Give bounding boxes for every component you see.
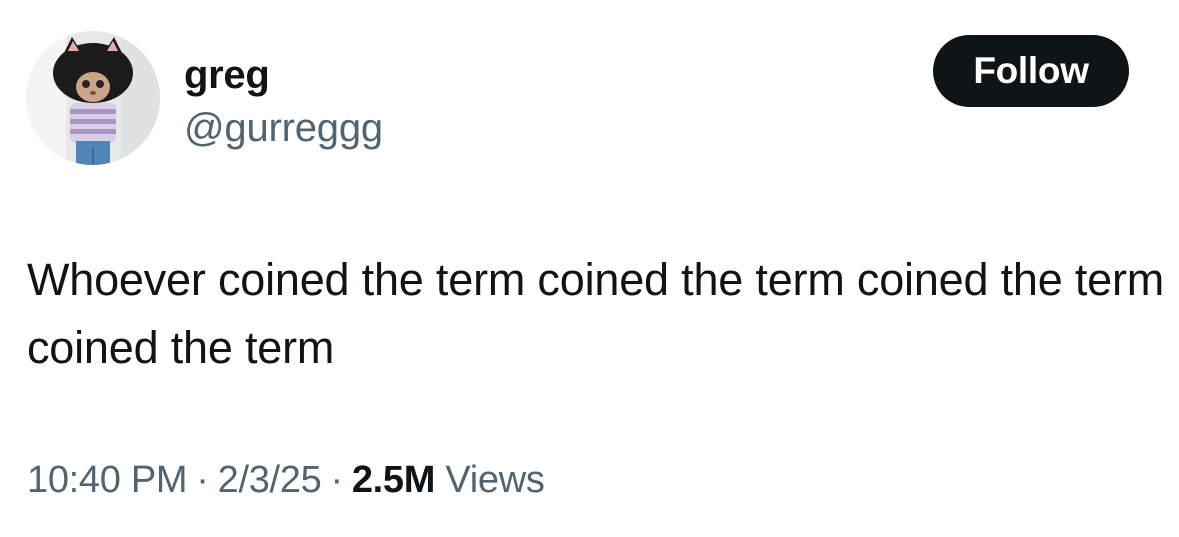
tweet-date[interactable]: 2/3/25 [218, 459, 322, 501]
tweet-meta: 10:40 PM · 2/3/25 · 2.5M Views [27, 455, 545, 505]
tweet-text: Whoever coined the term coined the term … [27, 254, 1165, 373]
tweet-time[interactable]: 10:40 PM [27, 459, 188, 501]
follow-button[interactable]: Follow [933, 35, 1129, 107]
meta-separator: · [330, 459, 343, 501]
views-label[interactable]: Views [445, 459, 544, 501]
views-count[interactable]: 2.5M [352, 459, 436, 501]
meta-separator: · [196, 459, 209, 501]
author-handle[interactable]: @gurreggg [184, 105, 383, 151]
author-avatar[interactable] [26, 31, 160, 165]
cat-avatar-icon [26, 31, 160, 165]
author-display-name[interactable]: greg [184, 52, 270, 98]
